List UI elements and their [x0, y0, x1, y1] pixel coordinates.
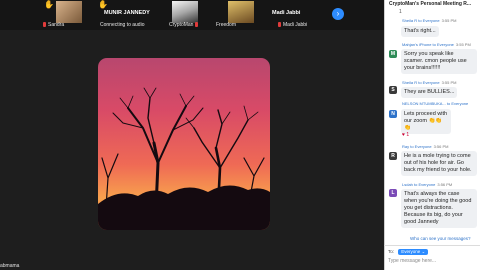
recipient-dropdown[interactable]: Everyone ⌄ — [398, 249, 429, 255]
chat-divider — [384, 245, 480, 246]
thumbnail-madi[interactable]: Madi Jabbi Madi Jabbi — [272, 0, 328, 30]
participant-name: Sandra — [43, 22, 64, 28]
message-text: He is a mole trying to come out of his h… — [401, 151, 477, 176]
participant-title: Madi Jabbi — [272, 10, 301, 16]
participant-photo — [228, 1, 254, 23]
raised-hand-icon: ✋ — [44, 0, 54, 9]
thumbnail-cryptoman[interactable]: CryptoMan — [168, 0, 216, 30]
chat-panel: CryptoMan's Personal Meeting R... 1 Shei… — [384, 0, 480, 270]
muted-mic-icon — [278, 22, 281, 28]
recipient-row: To: Everyone ⌄ — [388, 249, 429, 255]
meeting-area: ✋ Sandra ✋ MUNIR JANNEDY Connecting to a… — [0, 0, 384, 270]
message-text: That's always the case when you're doing… — [401, 189, 477, 228]
chat-input[interactable]: Type message here... — [388, 258, 436, 264]
participant-status: Connecting to audio — [100, 22, 145, 28]
message-meta: Sheila R to Everyone 3:55 PM — [402, 18, 457, 23]
participant-title: MUNIR JANNEDY — [104, 10, 150, 16]
message-meta: Mahjan's iPhone to Everyone 3:55 PM — [402, 42, 471, 47]
message-meta: Lsdah to Everyone 3:56 PM — [402, 182, 453, 187]
next-page-button[interactable]: › — [332, 8, 344, 20]
avatar: S — [389, 86, 397, 94]
self-view-name: abmama — [0, 263, 20, 269]
to-label: To: — [388, 249, 395, 254]
who-can-see-link[interactable]: Who can see your messages? — [410, 236, 471, 241]
message-text: Lets proceed with our zoom 👏👏👏 — [401, 109, 451, 134]
zoom-window: ✋ Sandra ✋ MUNIR JANNEDY Connecting to a… — [0, 0, 480, 270]
thumbnail-freedom[interactable]: Freedom — [216, 0, 270, 30]
thumbnail-sandra[interactable]: ✋ Sandra — [42, 0, 86, 30]
participant-photo — [172, 1, 198, 23]
message-text: Sorry you speak like scamer. cmon people… — [401, 49, 477, 74]
chat-controls[interactable]: 1 — [399, 9, 402, 15]
thumbnail-strip: ✋ Sandra ✋ MUNIR JANNEDY Connecting to a… — [0, 0, 384, 30]
active-speaker-video — [98, 58, 270, 230]
reaction-heart[interactable]: ♥ 1 — [402, 132, 409, 138]
raised-hand-icon: ✋ — [98, 0, 108, 9]
tree-silhouette — [98, 87, 270, 230]
message-meta: Ray to Everyone 3:56 PM — [402, 144, 449, 149]
muted-mic-icon — [194, 22, 198, 28]
participant-name: CryptoMan — [169, 22, 200, 28]
chat-title: CryptoMan's Personal Meeting R... — [389, 1, 472, 7]
message-text: That's right... — [401, 26, 439, 37]
participant-photo — [56, 1, 82, 23]
avatar: N — [389, 110, 397, 118]
message-text: They are BULLIES... — [401, 87, 458, 98]
avatar: L — [389, 189, 397, 197]
avatar: R — [389, 152, 397, 160]
avatar: M — [389, 50, 397, 58]
message-meta: NELSON MTUMBUKA... to Everyone — [402, 101, 469, 106]
message-meta: Sheila R to Everyone 3:55 PM — [402, 80, 457, 85]
thumbnail-munir[interactable]: ✋ MUNIR JANNEDY Connecting to audio — [92, 0, 162, 30]
muted-mic-icon — [43, 22, 46, 28]
participant-name: Madi Jabbi — [278, 22, 307, 28]
participant-name: Freedom — [216, 22, 237, 28]
